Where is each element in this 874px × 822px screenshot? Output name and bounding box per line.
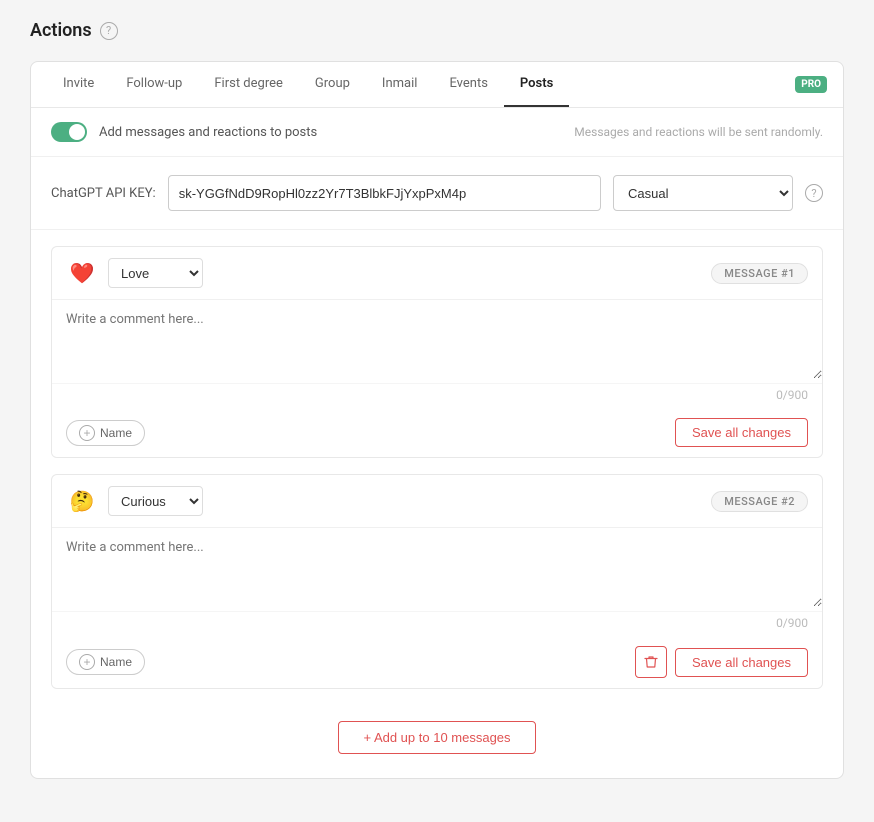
tab-posts[interactable]: Posts (504, 62, 569, 107)
chatgpt-row: ChatGPT API KEY: Casual Formal Curious E… (31, 157, 843, 230)
tab-follow-up[interactable]: Follow-up (110, 62, 198, 107)
chatgpt-label: ChatGPT API KEY: (51, 186, 156, 201)
tab-events[interactable]: Events (433, 62, 503, 107)
message-1-reaction-select[interactable]: Love Like Celebrate Curious Insightful F… (108, 258, 203, 288)
message-2-char-count-row: 0/900 (52, 611, 822, 636)
message-2-save-btn[interactable]: Save all changes (675, 648, 808, 677)
message-2-footer: + Name Save all changes (52, 636, 822, 688)
message-2-char-count: 0/900 (776, 616, 808, 630)
message-1-footer: + Name Save all changes (52, 408, 822, 457)
tone-help-icon[interactable]: ? (805, 184, 823, 202)
message-1-textarea[interactable] (52, 299, 822, 379)
tabs-row: Invite Follow-up First degree Group Inma… (31, 62, 843, 108)
tone-select[interactable]: Casual Formal Curious Enthusiastic Profe… (613, 175, 793, 211)
tab-inmail[interactable]: Inmail (366, 62, 434, 107)
message-2-delete-btn[interactable] (635, 646, 667, 678)
page-help-icon[interactable]: ? (100, 22, 118, 40)
tab-group[interactable]: Group (299, 62, 366, 107)
message-1-char-count-row: 0/900 (52, 383, 822, 408)
message-block-2: 🤔 Love Like Celebrate Curious Insightful… (51, 474, 823, 689)
message-2-name-label: Name (100, 655, 132, 669)
message-1-name-label: Name (100, 426, 132, 440)
message-1-add-name-btn[interactable]: + Name (66, 420, 145, 446)
messages-area: ❤️ Love Like Celebrate Curious Insightfu… (31, 230, 843, 778)
pro-badge: PRO (795, 76, 827, 93)
toggle-left: Add messages and reactions to posts (51, 122, 317, 142)
page-title: Actions (30, 20, 92, 41)
message-1-reaction-icon: ❤️ (66, 257, 98, 289)
tab-invite[interactable]: Invite (47, 62, 110, 107)
toggle-hint: Messages and reactions will be sent rand… (574, 125, 823, 139)
message-2-footer-right: Save all changes (635, 646, 808, 678)
message-2-reaction-select[interactable]: Love Like Celebrate Curious Insightful F… (108, 486, 203, 516)
toggle-label: Add messages and reactions to posts (99, 125, 317, 140)
message-1-char-count: 0/900 (776, 388, 808, 402)
add-messages-row: + Add up to 10 messages (51, 705, 823, 762)
add-messages-toggle[interactable] (51, 122, 87, 142)
message-2-badge: MESSAGE #2 (711, 491, 808, 512)
message-1-save-btn[interactable]: Save all changes (675, 418, 808, 447)
message-2-reaction-icon: 🤔 (66, 485, 98, 517)
message-2-header: 🤔 Love Like Celebrate Curious Insightful… (52, 475, 822, 527)
plus-circle-icon-2: + (79, 654, 95, 670)
message-1-header: ❤️ Love Like Celebrate Curious Insightfu… (52, 247, 822, 299)
message-1-footer-right: Save all changes (675, 418, 808, 447)
add-messages-btn[interactable]: + Add up to 10 messages (338, 721, 535, 754)
api-key-input[interactable] (168, 175, 601, 211)
plus-circle-icon-1: + (79, 425, 95, 441)
main-card: Invite Follow-up First degree Group Inma… (30, 61, 844, 779)
tab-first-degree[interactable]: First degree (198, 62, 299, 107)
message-1-badge: MESSAGE #1 (711, 263, 808, 284)
toggle-section: Add messages and reactions to posts Mess… (31, 108, 843, 157)
message-2-textarea[interactable] (52, 527, 822, 607)
message-2-add-name-btn[interactable]: + Name (66, 649, 145, 675)
message-block-1: ❤️ Love Like Celebrate Curious Insightfu… (51, 246, 823, 458)
